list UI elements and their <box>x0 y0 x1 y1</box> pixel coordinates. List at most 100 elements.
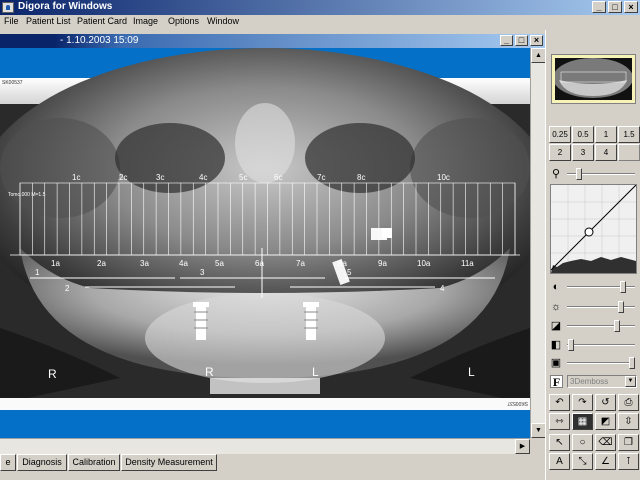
rotate-left-icon[interactable]: ↶ <box>549 394 570 411</box>
image-minimize-button[interactable]: _ <box>500 35 513 46</box>
tab-diagnosis[interactable]: Diagnosis <box>17 454 67 471</box>
bottom-marker-label: 3a <box>140 259 149 268</box>
top-marker-label: 8c <box>357 173 365 182</box>
zoom-3-button[interactable]: 3 <box>572 144 594 161</box>
bottom-marker-label: 9a <box>378 259 387 268</box>
image-id-bottom: SK00537 <box>507 400 528 406</box>
vertical-scrollbar[interactable]: ▲ ▼ <box>530 48 546 438</box>
app-window: Digora for Windows _ □ × File Patient Li… <box>0 0 640 480</box>
image-maximize-button[interactable]: □ <box>515 35 528 46</box>
undo-icon[interactable]: ↺ <box>595 394 616 411</box>
measure-line-icon[interactable]: ⤡ <box>572 453 593 470</box>
menu-bar: File Patient List Patient Card Image Opt… <box>0 15 640 30</box>
dropdown-arrow-icon[interactable]: ▼ <box>625 376 636 387</box>
tab-calibration[interactable]: Calibration <box>68 454 120 471</box>
copy-icon[interactable]: ❐ <box>618 434 639 451</box>
menu-window[interactable]: Window <box>207 16 239 26</box>
tools-row-4: A ⤡ ∠ ⊺ <box>549 453 639 470</box>
density-slider[interactable]: ▣ <box>549 356 637 370</box>
side-label-l-outer: L <box>468 365 475 379</box>
angle-tool-icon[interactable]: ∠ <box>595 453 616 470</box>
image-close-button[interactable]: × <box>530 35 543 46</box>
zoom-0-5-button[interactable]: 0.5 <box>572 126 594 143</box>
tools-row-2: ⇿ ▦ ◩ ⇳ <box>549 413 639 430</box>
zoom-2-button[interactable]: 2 <box>549 144 571 161</box>
flip-icon[interactable]: ⇿ <box>549 413 570 430</box>
bottom-marker-label: 5a <box>215 259 224 268</box>
status-bar <box>0 472 545 480</box>
tab-density-measurement[interactable]: Density Measurement <box>121 454 217 471</box>
contrast-slider[interactable]: ◐ <box>549 280 637 294</box>
zoom-empty-button[interactable] <box>618 144 640 161</box>
top-marker-label: 5c <box>239 173 247 182</box>
top-marker-label: 7c <box>317 173 325 182</box>
gamma-slider[interactable]: ◪ <box>549 319 637 333</box>
invert-icon[interactable]: ◩ <box>595 413 616 430</box>
measure-label: Tomo.000 M=1.5 <box>8 192 46 198</box>
scroll-down-button[interactable]: ▼ <box>531 423 546 438</box>
filter-row: F 3Demboss ▼ <box>549 375 637 389</box>
circle-tool-icon[interactable]: ○ <box>572 434 593 451</box>
print-icon[interactable]: ⎙ <box>618 394 639 411</box>
horizontal-scrollbar[interactable]: ▶ <box>0 438 530 454</box>
curve-handle[interactable] <box>584 227 594 237</box>
thumbnail-xray <box>553 58 633 100</box>
image-thumbnail[interactable] <box>551 54 636 104</box>
minimize-button[interactable]: _ <box>592 1 606 13</box>
menu-patient-list[interactable]: Patient List <box>26 16 71 26</box>
menu-patient-card[interactable]: Patient Card <box>77 16 127 26</box>
menu-image[interactable]: Image <box>133 16 158 26</box>
gamma-curve[interactable] <box>550 184 637 274</box>
slider-knob[interactable] <box>576 168 583 180</box>
gamma-icon: ◪ <box>550 320 562 332</box>
maximize-button[interactable]: □ <box>608 1 622 13</box>
tools-row-3: ↖ ○ ⌫ ❐ <box>549 434 639 451</box>
top-marker-label: 1c <box>72 173 80 182</box>
bottom-marker-label: 1a <box>51 259 60 268</box>
zoom-1-5-button[interactable]: 1.5 <box>618 126 640 143</box>
top-marker-label: 4c <box>199 173 207 182</box>
text-tool-icon[interactable]: A <box>549 453 570 470</box>
scroll-right-button[interactable]: ▶ <box>515 439 530 454</box>
slider-knob[interactable] <box>619 281 626 293</box>
tool-panel: 0.25 0.5 1 1.5 2 3 4 ⚲ ◐ ☼ ◪ ◧ ▣ F 3Demb… <box>545 30 640 480</box>
image-window-title-bar: - 1.10.2003 15:09 _ □ × <box>0 34 545 48</box>
zoom-4-button[interactable]: 4 <box>595 144 617 161</box>
slider-knob[interactable] <box>617 301 624 313</box>
bottom-marker-label: 6a <box>255 259 264 268</box>
tools-row-1: ↶ ↷ ↺ ⎙ <box>549 394 639 411</box>
window-title: Digora for Windows <box>18 1 113 12</box>
line-label-1: 1 <box>35 268 40 277</box>
close-button[interactable]: × <box>624 1 638 13</box>
bottom-marker-label: 7a <box>296 259 305 268</box>
line-label-5: 5 <box>347 268 352 277</box>
brightness-slider[interactable]: ☼ <box>549 300 637 314</box>
tab-partial[interactable]: e <box>0 454 16 471</box>
rotate-right-icon[interactable]: ↷ <box>572 394 593 411</box>
pointer-icon[interactable]: ↖ <box>549 434 570 451</box>
calibrate-icon[interactable]: ⊺ <box>618 453 639 470</box>
zoom-1-button[interactable]: 1 <box>595 126 617 143</box>
xray-viewer[interactable]: 1c 2c 3c 4c 5c 6c 7c 8c 10c 1a 2a 3a 4a 5a 6a 7a 8a 9a 10a… <box>0 48 530 438</box>
sharpen-slider[interactable]: ◧ <box>549 338 637 352</box>
scroll-up-button[interactable]: ▲ <box>531 48 546 63</box>
line-label-2: 2 <box>65 284 70 293</box>
filter-select[interactable]: 3Demboss ▼ <box>567 375 637 388</box>
line-label-4: 4 <box>440 284 445 293</box>
bottom-marker-label: 11a <box>461 259 474 268</box>
view-tabs: e Diagnosis Calibration Density Measurem… <box>0 454 545 472</box>
side-label-l-inner: L <box>312 365 319 379</box>
filter-select-value: 3Demboss <box>570 377 609 386</box>
slider-knob[interactable] <box>613 320 620 332</box>
slider-knob[interactable] <box>629 357 635 369</box>
save-icon[interactable]: ▦ <box>572 413 593 430</box>
eraser-icon[interactable]: ⌫ <box>595 434 616 451</box>
flip-vertical-icon[interactable]: ⇳ <box>618 413 639 430</box>
zoom-0-25-button[interactable]: 0.25 <box>549 126 571 143</box>
menu-options[interactable]: Options <box>168 16 199 26</box>
menu-file[interactable]: File <box>4 16 19 26</box>
slider-knob[interactable] <box>568 339 575 351</box>
side-label-r-outer: R <box>48 367 57 381</box>
line-label-3: 3 <box>200 268 205 277</box>
zoom-slider[interactable]: ⚲ <box>549 167 637 181</box>
